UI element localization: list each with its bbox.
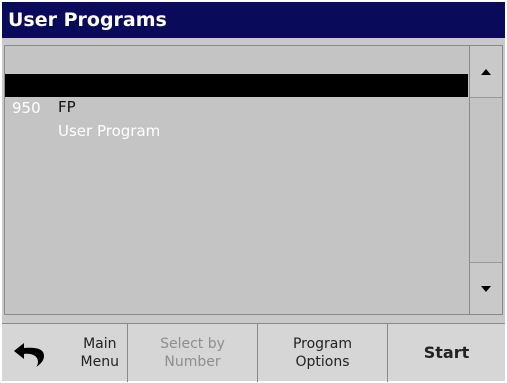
program-name: FP [58,98,76,116]
list-item-selected[interactable]: 950 User Program [5,74,468,140]
program-number: 950 [12,99,41,117]
footer-toolbar: Main Menu Select by Number Program Optio… [2,323,505,382]
page-title: User Programs [2,2,505,38]
start-label: Start [423,343,470,362]
triangle-up-icon [481,68,491,75]
program-list: 951 FP 950 User Program [4,45,469,315]
program-name: User Program [58,122,161,140]
start-button[interactable]: Start [388,324,505,382]
scrollbar-track[interactable] [470,99,502,263]
instrument-screen: User Programs 951 FP 950 User Program Ma… [2,2,505,382]
select-by-number-label: Select by Number [160,336,225,370]
select-by-number-button[interactable]: Select by Number [128,324,258,382]
main-menu-button[interactable]: Main Menu [2,324,128,382]
scrollbar[interactable] [469,45,503,315]
back-arrow-icon [14,343,44,367]
program-options-label: Program Options [292,336,353,370]
main-menu-label: Main Menu [80,336,119,370]
list-item[interactable]: 951 FP [5,50,468,116]
scroll-up-button[interactable] [470,46,502,98]
program-options-button[interactable]: Program Options [258,324,388,382]
scroll-down-button[interactable] [470,262,502,314]
triangle-down-icon [481,285,491,292]
